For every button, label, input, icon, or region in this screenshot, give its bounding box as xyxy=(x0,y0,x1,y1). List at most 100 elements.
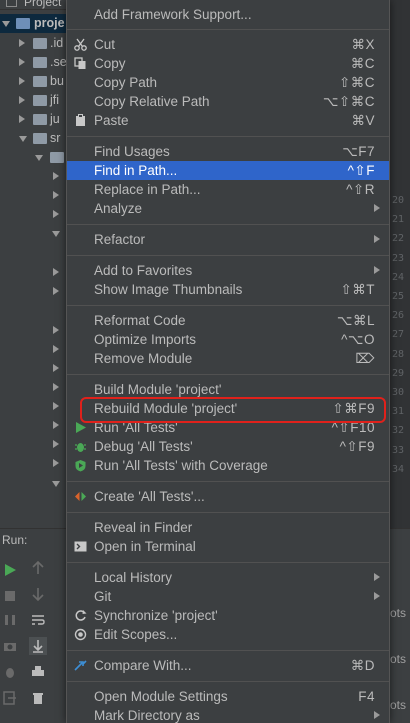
menu-item-remove-module[interactable]: Remove Module ⌦ xyxy=(67,349,389,368)
menu-item-synchronize[interactable]: Synchronize 'project' xyxy=(67,606,389,625)
line-number: 25 xyxy=(392,291,405,302)
chevron-right-icon[interactable] xyxy=(53,287,59,295)
line-number: 28 xyxy=(392,348,405,360)
menu-item-shortcut: ⇧⌘C xyxy=(338,75,375,90)
project-panel-header[interactable]: Project xyxy=(0,0,66,10)
tree-item-jfi[interactable]: jfi xyxy=(0,91,66,110)
stop-icon[interactable] xyxy=(3,589,17,603)
menu-item-show-image-thumbnails[interactable]: Show Image Thumbnails ⇧⌘T xyxy=(67,280,389,299)
menu-item-cut[interactable]: Cut ⌘X xyxy=(67,35,389,54)
tree-item-src-child[interactable] xyxy=(0,148,66,167)
menu-item-add-framework-support[interactable]: Add Framework Support... xyxy=(67,5,389,24)
play-icon[interactable] xyxy=(3,563,17,577)
tree-item-nested[interactable] xyxy=(0,224,66,243)
menu-item-find-usages[interactable]: Find Usages ⌥F7 xyxy=(67,142,389,161)
chevron-right-icon[interactable] xyxy=(53,440,59,448)
menu-item-reveal-in-finder[interactable]: Reveal in Finder xyxy=(67,518,389,537)
arrow-up-icon[interactable] xyxy=(31,561,45,575)
menu-item-open-module-settings[interactable]: Open Module Settings F4 xyxy=(67,687,389,706)
chevron-right-icon[interactable] xyxy=(19,115,25,123)
line-number: 20 xyxy=(392,195,405,206)
chevron-right-icon[interactable] xyxy=(53,345,59,353)
tree-item-nested[interactable] xyxy=(0,435,66,454)
tree-item-src[interactable]: sr xyxy=(0,129,66,148)
menu-item-create-all-tests[interactable]: Create 'All Tests'... xyxy=(67,487,389,506)
tree-item-nested[interactable] xyxy=(0,397,66,416)
menu-item-run-with-coverage[interactable]: Run 'All Tests' with Coverage xyxy=(67,456,389,475)
pause-icon[interactable] xyxy=(3,613,17,627)
menu-item-analyze[interactable]: Analyze xyxy=(67,199,389,218)
tree-item-nested[interactable] xyxy=(0,378,66,397)
tree-item-build[interactable]: bu xyxy=(0,72,66,91)
tree-item-nested[interactable] xyxy=(0,474,66,493)
tree-item-project[interactable]: proje xyxy=(0,14,66,33)
tree-item-nested[interactable] xyxy=(0,263,66,282)
chevron-right-icon[interactable] xyxy=(53,459,59,467)
chevron-right-icon[interactable] xyxy=(19,77,25,85)
menu-item-label: Copy Relative Path xyxy=(94,94,210,109)
print-icon[interactable] xyxy=(31,665,45,679)
tree-item-idea[interactable]: .id xyxy=(0,34,66,53)
menu-item-reformat-code[interactable]: Reformat Code ⌥⌘L xyxy=(67,311,389,330)
chevron-down-icon[interactable] xyxy=(35,155,43,161)
tree-item-nested[interactable] xyxy=(0,454,66,473)
menu-item-shortcut: ⌘D xyxy=(350,658,375,673)
chevron-right-icon[interactable] xyxy=(53,326,59,334)
menu-item-edit-scopes[interactable]: Edit Scopes... xyxy=(67,625,389,644)
menu-item-replace-in-path[interactable]: Replace in Path... ^⇧R xyxy=(67,180,389,199)
menu-item-local-history[interactable]: Local History xyxy=(67,568,389,587)
chevron-down-icon[interactable] xyxy=(2,21,10,27)
tree-item-nested[interactable] xyxy=(0,205,66,224)
chevron-down-icon[interactable] xyxy=(52,231,60,237)
chevron-right-icon[interactable] xyxy=(53,172,59,180)
chevron-down-icon[interactable] xyxy=(19,136,27,142)
menu-item-git[interactable]: Git xyxy=(67,587,389,606)
scissors-icon xyxy=(74,38,87,51)
chevron-right-icon[interactable] xyxy=(19,96,25,104)
menu-item-copy-relative-path[interactable]: Copy Relative Path ⌥⇧⌘C xyxy=(67,92,389,111)
tree-item-junit[interactable]: ju xyxy=(0,110,66,129)
submenu-arrow-icon xyxy=(374,711,380,719)
menu-item-optimize-imports[interactable]: Optimize Imports ^⌥O xyxy=(67,330,389,349)
menu-item-debug-all-tests[interactable]: Debug 'All Tests' ^⇧F9 xyxy=(67,437,389,456)
chevron-right-icon[interactable] xyxy=(53,268,59,276)
tree-item-nested[interactable] xyxy=(0,321,66,340)
menu-item-label: Create 'All Tests'... xyxy=(94,489,205,504)
scroll-to-end-icon[interactable] xyxy=(29,637,47,655)
menu-item-find-in-path[interactable]: Find in Path... ^⇧F xyxy=(67,161,389,180)
chevron-down-icon[interactable] xyxy=(52,481,60,487)
menu-item-copy-path[interactable]: Copy Path ⇧⌘C xyxy=(67,73,389,92)
menu-item-copy[interactable]: Copy ⌘C xyxy=(67,54,389,73)
menu-item-open-in-terminal[interactable]: Open in Terminal xyxy=(67,537,389,556)
tree-item-nested[interactable] xyxy=(0,186,66,205)
camera-icon[interactable] xyxy=(3,639,17,653)
menu-item-label: Run 'All Tests' with Coverage xyxy=(94,458,268,473)
bug-icon[interactable] xyxy=(3,665,17,679)
menu-item-paste[interactable]: Paste ⌘V xyxy=(67,111,389,130)
menu-item-add-to-favorites[interactable]: Add to Favorites xyxy=(67,261,389,280)
tree-item-settings[interactable]: .se xyxy=(0,53,67,72)
chevron-right-icon[interactable] xyxy=(53,210,59,218)
tree-item-nested[interactable] xyxy=(0,340,66,359)
chevron-right-icon[interactable] xyxy=(53,402,59,410)
menu-item-mark-directory-as[interactable]: Mark Directory as xyxy=(67,706,389,723)
soft-wrap-icon[interactable] xyxy=(31,613,45,627)
tree-item-nested[interactable] xyxy=(0,282,66,301)
chevron-right-icon[interactable] xyxy=(53,421,59,429)
menu-separator xyxy=(67,512,389,513)
chevron-right-icon[interactable] xyxy=(53,383,59,391)
chevron-right-icon[interactable] xyxy=(19,58,25,66)
exit-icon[interactable] xyxy=(3,691,17,705)
menu-item-compare-with[interactable]: Compare With... ⌘D xyxy=(67,656,389,675)
tree-item-nested[interactable] xyxy=(0,359,66,378)
chevron-right-icon[interactable] xyxy=(53,364,59,372)
trash-icon[interactable] xyxy=(31,691,45,705)
tree-item-nested[interactable] xyxy=(0,416,66,435)
folder-icon xyxy=(33,95,47,106)
tree-item-nested[interactable] xyxy=(0,167,66,186)
menu-item-refactor[interactable]: Refactor xyxy=(67,230,389,249)
chevron-right-icon[interactable] xyxy=(53,191,59,199)
chevron-right-icon[interactable] xyxy=(19,39,25,47)
arrow-down-icon[interactable] xyxy=(31,587,45,601)
menu-item-label: Add Framework Support... xyxy=(94,7,252,22)
